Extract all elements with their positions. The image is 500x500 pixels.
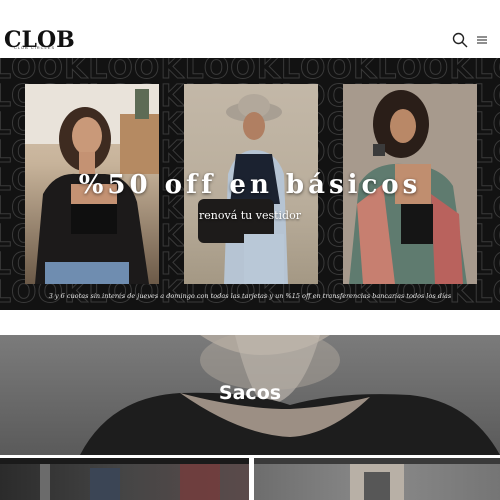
category-tile-right[interactable] — [254, 458, 500, 500]
menu-icon[interactable] — [474, 32, 490, 48]
tile-photo-right — [254, 458, 500, 500]
logo-tagline: CLUB CIRCLES — [14, 45, 56, 50]
site-header: CLOB CLUB CIRCLES — [0, 0, 500, 58]
brand-logo[interactable]: CLOB CLUB CIRCLES — [4, 28, 75, 52]
hero-title: %50 off en básicos — [78, 170, 422, 200]
hero-payment-note: 3 y 6 cuotas sin interés de jueves a dom… — [48, 292, 452, 300]
category-banner-sacos[interactable]: Sacos — [0, 335, 500, 455]
search-icon[interactable] — [452, 32, 468, 48]
header-actions — [452, 32, 490, 48]
hero-subtitle: renová tu vestidor — [199, 209, 301, 222]
hero-banner[interactable]: LOOKLOOKLOOKLOOKLOOKLOOKLOOKLOOKLOOKLOOK… — [0, 58, 500, 310]
category-tile-left[interactable] — [0, 458, 249, 500]
tile-photo-left — [0, 458, 249, 500]
category-title: Sacos — [218, 382, 282, 404]
